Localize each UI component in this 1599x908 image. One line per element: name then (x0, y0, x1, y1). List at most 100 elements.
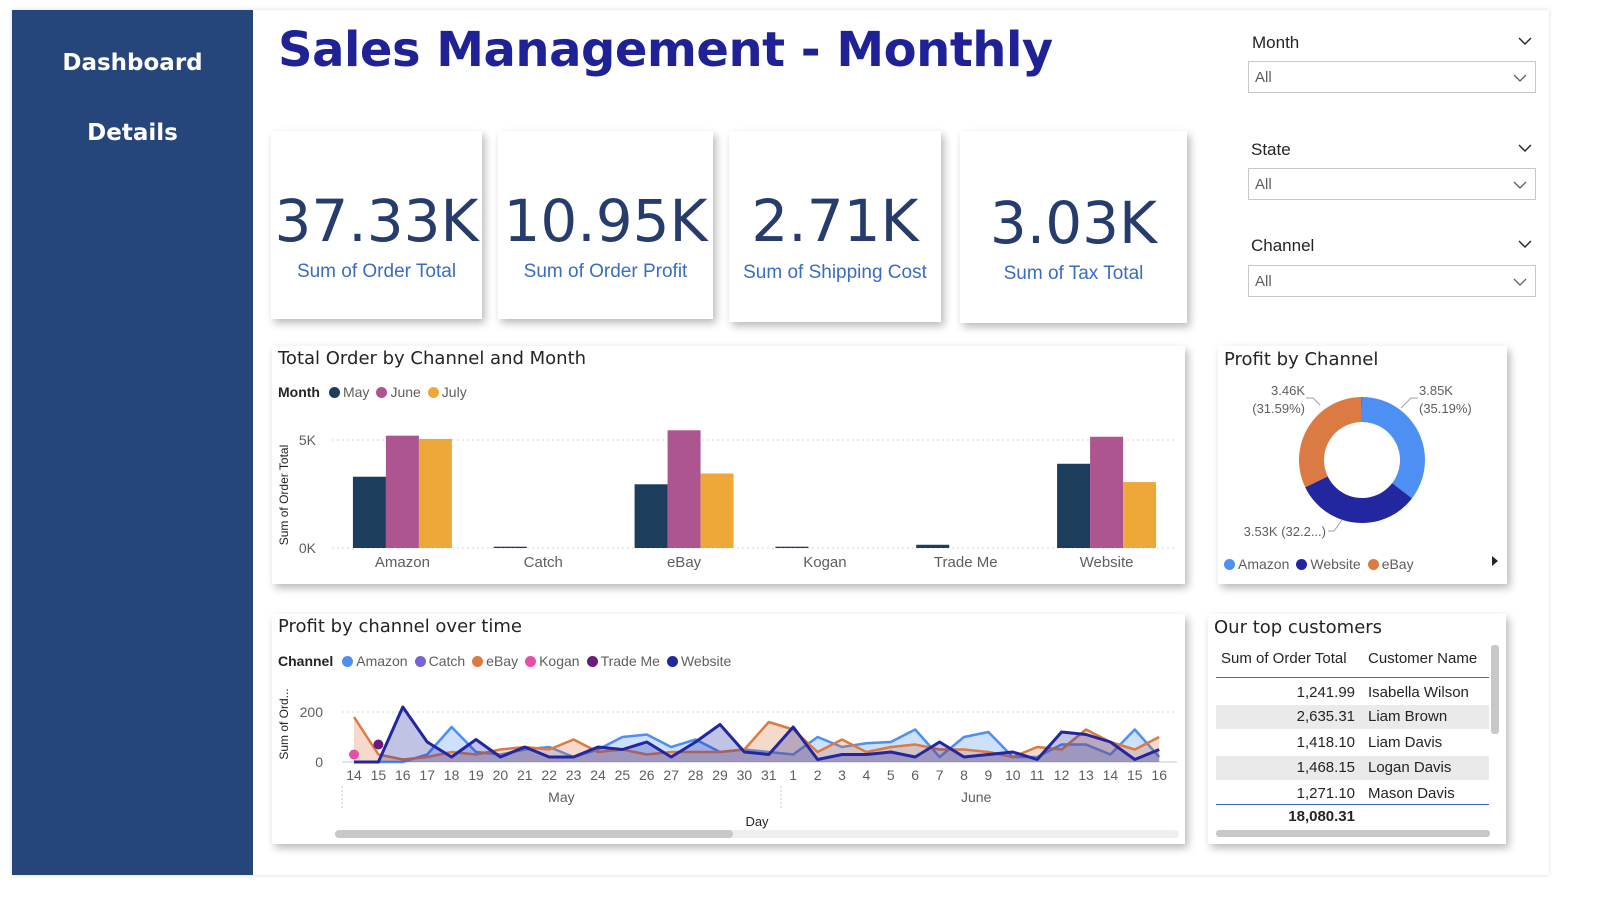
x-tick-label: 4 (863, 767, 871, 783)
y-tick-label: 0 (315, 754, 323, 770)
customers-table-title: Our top customers (1214, 617, 1383, 638)
kpi-label: Sum of Order Profit (523, 261, 688, 282)
kpi-value: 37.33K (274, 187, 479, 255)
legend-item-website[interactable]: Website (1296, 556, 1361, 572)
legend-next-arrow-icon[interactable] (1490, 555, 1500, 567)
legend-item-july[interactable]: July (427, 384, 467, 400)
x-tick-label: Amazon (375, 554, 430, 571)
bar-may-website (1057, 463, 1091, 548)
area-chart-title: Profit by channel over time (278, 616, 522, 637)
bar-may-ebay (634, 484, 668, 548)
chart-scroll-thumb[interactable] (335, 830, 733, 838)
bar-june-amazon (385, 435, 419, 548)
x-tick-label: 31 (761, 767, 777, 783)
y-tick-label: 200 (300, 704, 324, 720)
legend-item-june[interactable]: June (376, 384, 421, 400)
x-tick-label: 18 (444, 767, 460, 783)
table-row[interactable]: 1,241.99 Isabella Wilson (1216, 681, 1489, 705)
x-tick-label: 29 (712, 767, 728, 783)
bar-july-website (1123, 482, 1157, 548)
kpi-value: 3.03K (989, 189, 1158, 257)
bar-chart-plot: 0K 5K Sum of Order Total Amazon Catch eBay Kog… (277, 430, 1177, 571)
slice-label-ebay-value: 3.46K (1271, 383, 1305, 398)
x-tick-label: 6 (911, 767, 919, 783)
leader-line (1328, 519, 1343, 532)
table-row[interactable]: 1,468.15 Logan Davis (1216, 756, 1489, 780)
table-total-divider (1216, 804, 1489, 805)
bar-chart-title: Total Order by Channel and Month (278, 348, 587, 369)
kpi-value: 10.95K (503, 187, 708, 255)
bar-may-catch (493, 546, 527, 548)
slice-label-amazon-pct: (35.19%) (1419, 401, 1472, 416)
sidebar: Dashboard Details (12, 10, 253, 875)
x-tick-label: Catch (524, 554, 563, 571)
area-chart-plot: 2000Sum of Ord...14 15 16 17 18 19 20 21 22 23 24 2… (277, 688, 1179, 838)
table-row[interactable]: 1,418.10 Liam Davis (1216, 731, 1489, 755)
x-tick-label: 7 (936, 767, 944, 783)
x-tick-label: Trade Me (934, 554, 998, 571)
slice-label-website: 3.53K (32.2...) (1244, 524, 1326, 539)
x-tick-label: 13 (1078, 767, 1094, 783)
x-tick-label: 2 (814, 767, 822, 783)
x-tick-label: 21 (517, 767, 533, 783)
kpi-card-order-profit: 10.95K Sum of Order Profit (498, 131, 713, 319)
slicer-state-title: State (1251, 140, 1291, 159)
area-chart-legend: Channel Amazon Catch eBay Kogan Trade Me… (278, 653, 738, 669)
x-tick-label: 9 (985, 767, 993, 783)
column-header-order-total[interactable]: Sum of Order Total (1221, 650, 1347, 667)
x-tick-label: 19 (468, 767, 484, 783)
table-row[interactable]: 1,271.10 Mason Davis (1216, 782, 1489, 806)
x-tick-label: 11 (1030, 767, 1045, 783)
table-row[interactable]: 2,635.31 Liam Brown (1216, 705, 1489, 729)
table-total: 18,080.31 (1288, 808, 1355, 825)
nav-dashboard-button[interactable]: Dashboard (12, 50, 253, 76)
x-tick-label: 14 (1103, 767, 1119, 783)
column-header-customer-name[interactable]: Customer Name (1368, 650, 1477, 667)
x-tick-label: 26 (639, 767, 655, 783)
page-title: Sales Management - Monthly (278, 22, 1053, 78)
slicer-channel-title: Channel (1251, 236, 1315, 255)
table-vertical-scrollbar[interactable] (1491, 645, 1499, 734)
legend-item-trade-me[interactable]: Trade Me (586, 653, 660, 669)
x-tick-label: eBay (667, 554, 702, 571)
x-tick-label: 17 (419, 767, 435, 783)
kpi-card-order-total: 37.33K Sum of Order Total (271, 131, 482, 319)
x-tick-label: 20 (493, 767, 509, 783)
legend-item-kogan[interactable]: Kogan (525, 653, 580, 669)
kpi-label: Sum of Tax Total (1003, 263, 1144, 284)
legend-item-may[interactable]: May (328, 384, 369, 400)
bar-may-kogan (775, 546, 809, 548)
leader-line (1306, 397, 1321, 406)
legend-title: Channel (278, 653, 334, 669)
donut-chart-legend: Amazon Website eBay (1224, 556, 1421, 572)
y-tick-label: 5K (299, 432, 317, 448)
nav-details-button[interactable]: Details (12, 120, 253, 146)
point-trade-me (373, 739, 384, 750)
x-tick-label: 24 (590, 767, 606, 783)
legend-item-amazon[interactable]: Amazon (1224, 556, 1289, 572)
kpi-label: Sum of Shipping Cost (743, 262, 927, 283)
table-horizontal-scrollbar[interactable] (1216, 830, 1490, 837)
x-tick-label: 23 (566, 767, 582, 783)
x-tick-label: 27 (663, 767, 679, 783)
slicer-state-dropdown[interactable]: All (1248, 168, 1536, 200)
slicer-month-value: All (1255, 69, 1272, 86)
point-kogan (349, 749, 359, 760)
legend-item-ebay[interactable]: eBay (1367, 556, 1414, 572)
legend-item-ebay[interactable]: eBay (472, 653, 518, 669)
legend-item-amazon[interactable]: Amazon (342, 653, 408, 669)
x-tick-label: 16 (1151, 767, 1167, 783)
chevron-down-icon[interactable] (1518, 237, 1532, 251)
legend-item-website[interactable]: Website (666, 653, 731, 669)
kpi-card-shipping-cost: 2.71K Sum of Shipping Cost (729, 131, 941, 322)
legend-item-catch[interactable]: Catch (414, 653, 465, 669)
chevron-down-icon[interactable] (1518, 34, 1532, 48)
slicer-month-dropdown[interactable]: All (1248, 61, 1536, 93)
x-tick-label: 8 (960, 767, 968, 783)
slicer-channel-dropdown[interactable]: All (1248, 265, 1536, 297)
bar-may-amazon (352, 476, 386, 548)
chevron-down-icon[interactable] (1518, 141, 1532, 155)
x-axis-title: Day (745, 814, 769, 829)
bar-chart-legend: Month May June July (278, 384, 474, 400)
chevron-down-icon (1513, 278, 1527, 286)
